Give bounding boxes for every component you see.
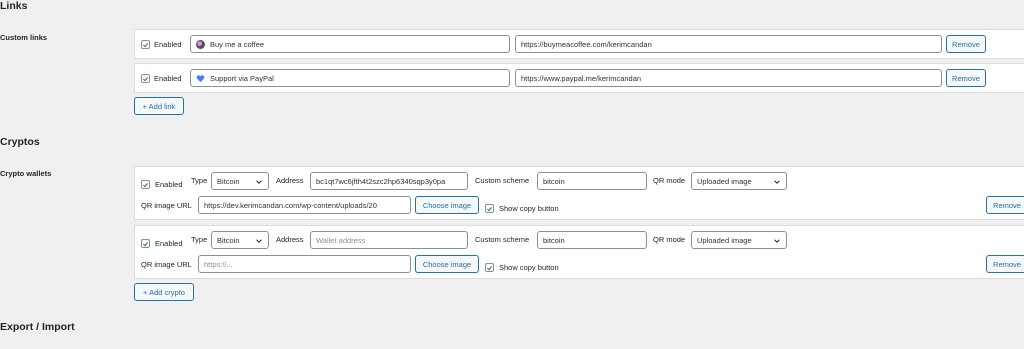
show-copy-label: Show copy button xyxy=(499,204,559,213)
enabled-label: Enabled xyxy=(155,180,183,189)
crypto-wallet-row: Enabled Type Bitcoin Address bc1qt7wc6jf… xyxy=(134,166,1024,220)
remove-crypto-button[interactable]: Remove xyxy=(986,255,1024,273)
chevron-down-icon xyxy=(256,180,262,184)
export-import-section-title: Export / Import xyxy=(0,321,75,333)
link-url-text: https://buymeacoffee.com/kerimcandan xyxy=(521,39,652,49)
qr-mode-select[interactable]: Uploaded image xyxy=(691,231,787,249)
remove-link-button[interactable]: Remove xyxy=(946,35,986,53)
address-value: bc1qt7wc6jfth4t2szc2hp6340sqp3y0pa xyxy=(316,176,446,186)
address-label: Address xyxy=(276,176,304,185)
address-label: Address xyxy=(276,235,304,244)
type-select[interactable]: Bitcoin xyxy=(211,231,269,249)
custom-scheme-input[interactable]: bitcoin xyxy=(537,231,647,249)
type-select-value: Bitcoin xyxy=(217,235,240,245)
enabled-label: Enabled xyxy=(155,239,183,248)
custom-scheme-value: bitcoin xyxy=(543,235,565,245)
blue-heart-icon xyxy=(196,74,205,83)
qr-url-label: QR image URL xyxy=(141,260,192,269)
custom-links-label: Custom links xyxy=(0,33,48,42)
add-link-button[interactable]: + Add link xyxy=(134,97,184,115)
enabled-checkbox[interactable] xyxy=(141,239,150,248)
type-select[interactable]: Bitcoin xyxy=(211,172,269,190)
chevron-down-icon xyxy=(256,239,262,243)
checkmark-icon xyxy=(487,206,493,211)
enabled-checkbox[interactable] xyxy=(141,180,150,189)
checkmark-icon xyxy=(143,42,149,47)
qr-mode-select[interactable]: Uploaded image xyxy=(691,172,787,190)
custom-scheme-input[interactable]: bitcoin xyxy=(537,172,647,190)
type-select-value: Bitcoin xyxy=(217,176,240,186)
link-row: Enabled Support via PayPal https://www.p… xyxy=(134,63,1024,93)
choose-image-button[interactable]: Choose image xyxy=(415,255,479,273)
type-label: Type xyxy=(191,235,208,244)
link-url-text: https://www.paypal.me/kerimcandan xyxy=(521,73,642,83)
cryptos-section-title: Cryptos xyxy=(0,136,40,148)
checkmark-icon xyxy=(143,76,149,81)
choose-image-button[interactable]: Choose image xyxy=(415,196,479,214)
link-url-input[interactable]: https://www.paypal.me/kerimcandan xyxy=(515,69,942,87)
custom-scheme-label: Custom scheme xyxy=(475,235,530,244)
enabled-checkbox[interactable] xyxy=(141,74,150,83)
chevron-down-icon xyxy=(774,180,780,184)
custom-scheme-value: bitcoin xyxy=(543,176,565,186)
address-input[interactable]: Wallet address xyxy=(310,231,468,249)
link-url-input[interactable]: https://buymeacoffee.com/kerimcandan xyxy=(515,35,942,53)
qr-url-input[interactable]: https://... xyxy=(198,255,411,273)
remove-link-button[interactable]: Remove xyxy=(946,69,986,87)
enabled-label: Enabled xyxy=(154,74,182,83)
checkmark-icon xyxy=(143,182,149,187)
link-row: Enabled Buy me a coffee https://buymeaco… xyxy=(134,29,1024,59)
checkmark-icon xyxy=(143,241,149,246)
qr-mode-label: QR mode xyxy=(653,235,686,244)
custom-scheme-label: Custom scheme xyxy=(475,176,530,185)
show-copy-checkbox[interactable] xyxy=(485,263,494,272)
enabled-label: Enabled xyxy=(154,40,182,49)
chevron-down-icon xyxy=(774,239,780,243)
links-section-title: Links xyxy=(0,0,28,12)
type-label: Type xyxy=(191,176,208,185)
qr-mode-label: QR mode xyxy=(653,176,686,185)
show-copy-label: Show copy button xyxy=(499,263,559,272)
qr-mode-value: Uploaded image xyxy=(697,235,752,245)
qr-url-input[interactable]: https://dev.kerimcandan.com/wp-content/u… xyxy=(198,196,411,214)
link-title-text: Buy me a coffee xyxy=(210,39,265,49)
link-title-input[interactable]: Support via PayPal xyxy=(190,69,510,87)
qr-url-placeholder: https://... xyxy=(204,259,233,269)
show-copy-checkbox[interactable] xyxy=(485,204,494,213)
crypto-wallets-label: Crypto wallets xyxy=(0,169,52,178)
enabled-checkbox[interactable] xyxy=(141,40,150,49)
qr-mode-value: Uploaded image xyxy=(697,176,752,186)
remove-crypto-button[interactable]: Remove xyxy=(986,196,1024,214)
link-title-input[interactable]: Buy me a coffee xyxy=(190,35,510,53)
checkmark-icon xyxy=(487,265,493,270)
address-placeholder: Wallet address xyxy=(316,235,366,245)
qr-url-label: QR image URL xyxy=(141,201,192,210)
add-crypto-button[interactable]: + Add crypto xyxy=(134,283,194,301)
link-title-text: Support via PayPal xyxy=(210,73,274,83)
coffee-emoji-icon xyxy=(196,39,205,49)
qr-url-value: https://dev.kerimcandan.com/wp-content/u… xyxy=(204,200,377,210)
crypto-wallet-row: Enabled Type Bitcoin Address Wallet addr… xyxy=(134,225,1024,279)
address-input[interactable]: bc1qt7wc6jfth4t2szc2hp6340sqp3y0pa xyxy=(310,172,468,190)
